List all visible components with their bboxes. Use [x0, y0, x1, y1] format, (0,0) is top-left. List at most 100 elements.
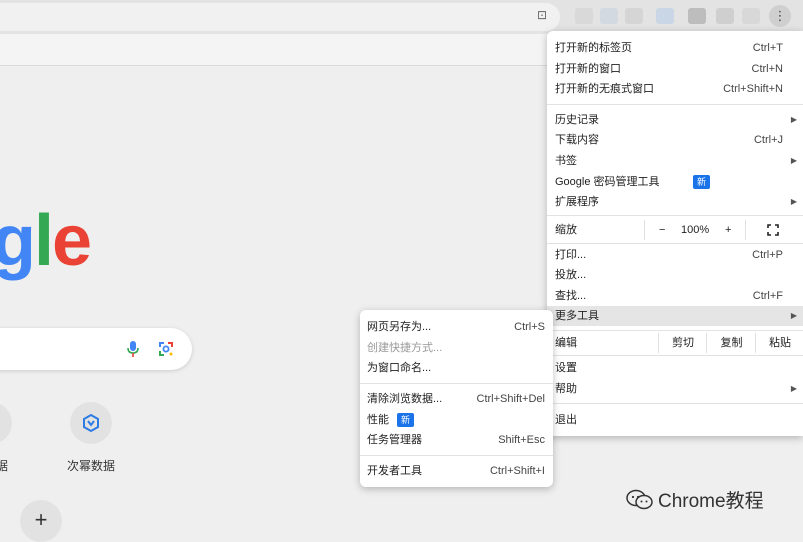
submenu-item-name-window[interactable]: 为窗口命名... — [360, 358, 553, 378]
submenu-arrow-icon: ▶ — [790, 115, 797, 124]
address-bar[interactable] — [0, 3, 560, 31]
menu-item-settings[interactable]: 设置 — [547, 358, 803, 378]
edit-row: 编辑 剪切 复制 粘贴 — [547, 333, 803, 353]
chrome-menu-button[interactable]: ⋮ — [769, 5, 791, 27]
extension-icon[interactable] — [716, 8, 734, 24]
menu-divider — [547, 330, 803, 331]
menu-item-label: 下载内容 — [555, 134, 599, 146]
menu-divider — [360, 455, 553, 456]
shortcut-label: 据 — [0, 459, 9, 473]
extension-icon[interactable] — [600, 8, 618, 24]
submenu-item-clear-browsing-data[interactable]: 清除浏览数据... Ctrl+Shift+Del — [360, 389, 553, 409]
menu-item-label: 更多工具 — [555, 310, 599, 322]
submenu-item-task-manager[interactable]: 任务管理器 Shift+Esc — [360, 430, 553, 450]
wechat-icon — [626, 489, 653, 509]
logo-letter-g: g — [0, 201, 36, 281]
zoom-level: 100% — [681, 224, 710, 236]
menu-item-label: 退出 — [555, 414, 577, 426]
cut-button[interactable]: 剪切 — [658, 333, 707, 353]
menu-item-cast[interactable]: 投放... — [547, 265, 803, 285]
shortcut-label-cimi: 次幂数据 — [67, 459, 116, 473]
menu-item-shortcut: Ctrl+Shift+Del — [476, 393, 545, 405]
microphone-icon[interactable] — [126, 340, 140, 358]
google-lens-icon[interactable] — [158, 341, 174, 357]
menu-divider — [547, 243, 803, 244]
submenu-arrow-icon: ▶ — [790, 197, 797, 206]
menu-item-new-tab[interactable]: 打开新的标签页 Ctrl+T — [547, 38, 803, 58]
shortcut-tile-cimi[interactable] — [70, 402, 112, 444]
menu-item-downloads[interactable]: 下载内容 Ctrl+J — [547, 130, 803, 150]
edit-label: 编辑 — [555, 337, 577, 349]
menu-item-label: 扩展程序 — [555, 196, 599, 208]
submenu-item-save-page[interactable]: 网页另存为... Ctrl+S — [360, 317, 553, 337]
menu-item-label: Google 密码管理工具 — [555, 176, 660, 188]
menu-item-history[interactable]: 历史记录 ▶ — [547, 110, 803, 130]
extension-icon[interactable] — [656, 8, 674, 24]
menu-divider — [547, 403, 803, 404]
fullscreen-icon[interactable] — [767, 224, 779, 236]
browser-toolbar: ⊡ ⋮ — [0, 0, 803, 34]
menu-item-label: 性能 — [367, 414, 389, 426]
more-tools-submenu: 网页另存为... Ctrl+S 创建快捷方式... 为窗口命名... 清除浏览数据… — [360, 310, 553, 487]
menu-item-label: 为窗口命名... — [367, 362, 432, 374]
submenu-item-developer-tools[interactable]: 开发者工具 Ctrl+Shift+I — [360, 461, 553, 481]
submenu-item-performance[interactable]: 性能新 — [360, 410, 553, 430]
shortcut-tile[interactable] — [0, 402, 12, 444]
menu-item-bookmarks[interactable]: 书签 ▶ — [547, 151, 803, 171]
menu-item-shortcut: Ctrl+T — [752, 42, 783, 54]
menu-item-label: 打开新的无痕式窗口 — [555, 83, 654, 95]
menu-item-label: 清除浏览数据... — [367, 393, 443, 405]
extension-icon[interactable] — [688, 8, 706, 24]
menu-item-new-incognito-window[interactable]: 打开新的无痕式窗口 Ctrl+Shift+N — [547, 79, 803, 99]
submenu-arrow-icon: ▶ — [790, 156, 797, 165]
reading-mode-icon[interactable]: ⊡ — [537, 8, 547, 22]
copy-button[interactable]: 复制 — [706, 333, 756, 353]
menu-item-label: 任务管理器 — [367, 434, 422, 446]
menu-item-find[interactable]: 查找... Ctrl+F — [547, 286, 803, 306]
zoom-row: 缩放 − 100% + — [547, 220, 803, 240]
menu-item-extensions[interactable]: 扩展程序 ▶ — [547, 192, 803, 212]
menu-divider — [360, 383, 553, 384]
chrome-main-menu: 打开新的标签页 Ctrl+T 打开新的窗口 Ctrl+N 打开新的无痕式窗口 Ctrl… — [547, 31, 803, 436]
menu-item-label: 创建快捷方式... — [367, 342, 443, 354]
extension-icon[interactable] — [742, 8, 760, 24]
menu-item-shortcut: Ctrl+J — [753, 134, 783, 146]
menu-item-shortcut: Ctrl+N — [751, 63, 783, 75]
menu-item-label: 设置 — [555, 362, 577, 374]
plus-icon: + — [34, 507, 48, 532]
google-logo: gle — [0, 200, 92, 282]
zoom-label: 缩放 — [555, 224, 577, 236]
menu-item-shortcut: Ctrl+Shift+N — [723, 83, 783, 95]
menu-item-shortcut: Ctrl+S — [514, 321, 545, 333]
menu-divider — [547, 355, 803, 356]
menu-item-more-tools[interactable]: 更多工具 ▶ — [547, 306, 803, 326]
paste-button[interactable]: 粘贴 — [755, 333, 803, 353]
menu-item-label: 网页另存为... — [367, 321, 432, 333]
menu-item-password-manager[interactable]: Google 密码管理工具 新 — [547, 172, 803, 192]
zoom-in-button[interactable]: + — [725, 220, 731, 240]
menu-item-label: 历史记录 — [555, 114, 599, 126]
new-badge: 新 — [397, 413, 415, 427]
submenu-arrow-icon: ▶ — [790, 311, 797, 320]
menu-item-label: 投放... — [555, 269, 587, 281]
menu-item-exit[interactable]: 退出 — [547, 410, 803, 430]
cimi-data-icon — [83, 413, 99, 433]
menu-item-shortcut: Ctrl+F — [752, 290, 783, 302]
extension-icon[interactable] — [575, 8, 593, 24]
zoom-out-button[interactable]: − — [659, 220, 665, 240]
wechat-watermark: Chrome教程 — [626, 486, 764, 513]
menu-divider — [547, 215, 803, 216]
logo-letter-l: l — [33, 201, 54, 281]
submenu-arrow-icon: ▶ — [790, 384, 797, 393]
menu-item-new-window[interactable]: 打开新的窗口 Ctrl+N — [547, 59, 803, 79]
menu-item-shortcut: Ctrl+P — [752, 249, 783, 261]
submenu-item-create-shortcut[interactable]: 创建快捷方式... — [360, 338, 553, 358]
new-badge: 新 — [693, 175, 711, 189]
menu-item-help[interactable]: 帮助 ▶ — [547, 379, 803, 399]
menu-item-label: 查找... — [555, 290, 587, 302]
menu-item-shortcut: Ctrl+Shift+I — [489, 465, 545, 477]
menu-item-label: 书签 — [555, 155, 577, 167]
extension-icon[interactable] — [625, 8, 643, 24]
menu-item-print[interactable]: 打印... Ctrl+P — [547, 245, 803, 265]
add-shortcut-button[interactable]: + — [20, 500, 62, 542]
